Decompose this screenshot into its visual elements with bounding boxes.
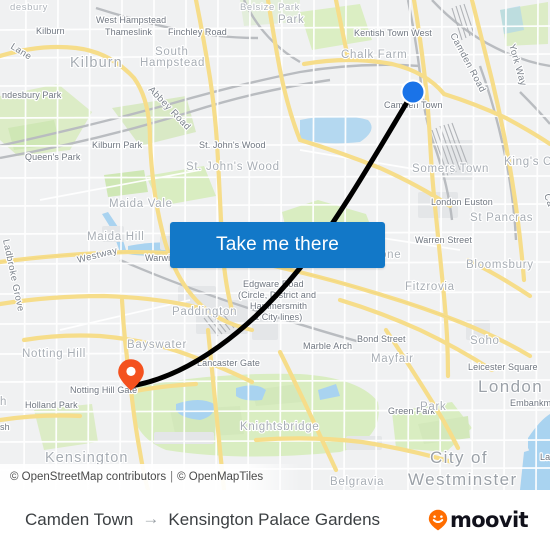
map-label: Kentish Town West (354, 28, 432, 38)
map-label: ndesbury Park (2, 90, 62, 100)
map-label: Soho (470, 335, 500, 347)
map-label: Chalk Farm (341, 49, 407, 61)
map-label: Leicester Square (468, 362, 538, 372)
map-label: Fitzrovia (405, 281, 455, 293)
map-label: St Pancras (470, 212, 533, 224)
map-label: Park (420, 401, 446, 413)
map-label: St. John's Wood (199, 140, 266, 150)
moovit-wordmark: moovit (449, 507, 529, 532)
map-label: King's Cr (504, 156, 550, 168)
attribution-osm[interactable]: © OpenStreetMap contributors (10, 471, 166, 483)
map-label: Bloomsbury (466, 259, 534, 271)
map-label: Belsize Park (240, 2, 300, 13)
map-label: Knightsbridge (240, 421, 319, 433)
route-summary: Camden Town → Kensington Palace Gardens (25, 509, 381, 530)
map-label: London (478, 377, 543, 396)
map-label: h (0, 396, 7, 408)
map-label: La (540, 452, 550, 462)
map-label: Warren Street (415, 235, 472, 245)
map-label: Hampstead (140, 57, 205, 69)
map-label: Embankme (510, 398, 550, 408)
map-label: Paddington (172, 306, 237, 318)
map-label: Lancaster Gate (197, 358, 260, 368)
map-label: Mayfair (371, 353, 414, 365)
map-label: Belgravia (330, 476, 384, 488)
map-label: sh (0, 422, 10, 432)
map-label: Queen's Park (25, 152, 81, 162)
map-label: Edgware Road (243, 279, 304, 289)
attribution-separator: | (170, 471, 174, 483)
map-label: Westminster (408, 470, 518, 489)
destination-marker-kensington-palace-gardens[interactable] (117, 358, 145, 392)
map-label: Maida Vale (109, 198, 173, 210)
map-label: desbury (10, 2, 48, 13)
map-label: City of (430, 448, 488, 467)
origin-marker-camden-town[interactable] (398, 77, 428, 107)
map-label: Maida Hill (87, 231, 145, 243)
map-label: London Euston (431, 197, 493, 207)
map-label: Finchley Road (168, 27, 227, 37)
map-canvas[interactable]: desbury Kilburn West Hampstead Thameslink Fi… (0, 0, 550, 490)
footer-bar: Camden Town → Kensington Palace Gardens … (0, 490, 550, 550)
map-label: Park (278, 14, 304, 26)
attribution-openmaptiles[interactable]: © OpenMapTiles (177, 471, 263, 483)
route-destination-label: Kensington Palace Gardens (168, 510, 381, 529)
map-label: Bayswater (127, 339, 187, 351)
map-label: Notting Hill (22, 348, 86, 360)
take-me-there-button[interactable]: Take me there (170, 222, 385, 268)
map-label: Hammersmith (250, 301, 307, 311)
map-label: Thameslink (105, 27, 152, 37)
map-attribution: © OpenStreetMap contributors | © OpenMap… (0, 464, 300, 490)
moovit-pin-icon (428, 509, 448, 531)
map-label: Holland Park (25, 400, 78, 410)
map-label: Kilburn Park (92, 140, 143, 150)
map-label: Somers Town (412, 163, 489, 175)
map-label: West Hampstead (96, 15, 166, 25)
moovit-logo[interactable]: moovit (428, 507, 529, 532)
map-label: Bond Street (357, 334, 406, 344)
map-label: Marble Arch (303, 341, 352, 351)
route-origin-label: Camden Town (25, 510, 134, 529)
arrow-right-icon: → (142, 509, 160, 528)
map-label: Kilburn (70, 55, 123, 71)
map-label: St. John's Wood (186, 161, 280, 173)
map-label: Kilburn (36, 26, 65, 36)
